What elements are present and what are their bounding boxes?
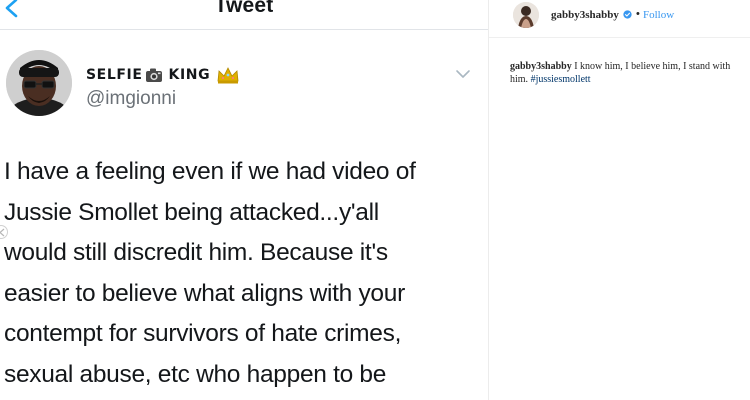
- tweet-line: would still discredit him. Because it's: [4, 239, 388, 266]
- tweet-line: contempt for survivors of hate crimes,: [4, 320, 402, 347]
- separator-dot: •: [636, 8, 640, 20]
- tweet-line: I have a feeling even if we had video of: [4, 158, 416, 185]
- author-avatar[interactable]: [6, 50, 72, 116]
- chevron-down-icon[interactable]: [454, 68, 472, 80]
- tweet-line: sexual abuse, etc who happen to be: [4, 360, 387, 388]
- instagram-caption: gabby3shabby I know him, I believe him, …: [510, 61, 748, 86]
- tweet-header: Tweet: [0, 0, 488, 30]
- instagram-panel: gabby3shabby • Follow gabby3shabby I kno…: [488, 0, 750, 400]
- author-handle[interactable]: @imgionni: [86, 88, 176, 110]
- caption-username[interactable]: gabby3shabby: [510, 61, 572, 72]
- instagram-username[interactable]: gabby3shabby: [551, 9, 619, 21]
- follow-button[interactable]: Follow: [643, 9, 674, 21]
- tweet-line: easier to believe what aligns with your: [4, 279, 405, 307]
- tweet-text: I have a feeling even if we had video of…: [4, 152, 488, 395]
- caption-hashtag[interactable]: #jussiesmollett: [531, 74, 591, 85]
- camera-emoji-icon: [145, 68, 162, 82]
- instagram-avatar[interactable]: [513, 2, 539, 28]
- tweet-line: Jussie Smollet being attacked...y'all: [4, 198, 379, 226]
- author-name-part1: SELFIE: [86, 67, 143, 83]
- page-title: Tweet: [214, 0, 274, 17]
- crown-emoji-icon: [217, 67, 239, 84]
- tweet-panel: Tweet SELFIE KING @imgionni I have a fee…: [0, 0, 488, 400]
- instagram-header: gabby3shabby • Follow: [489, 0, 750, 38]
- verified-badge-icon: [623, 10, 632, 19]
- author-display-name[interactable]: SELFIE KING: [86, 66, 240, 84]
- author-name-part2: KING: [168, 67, 211, 83]
